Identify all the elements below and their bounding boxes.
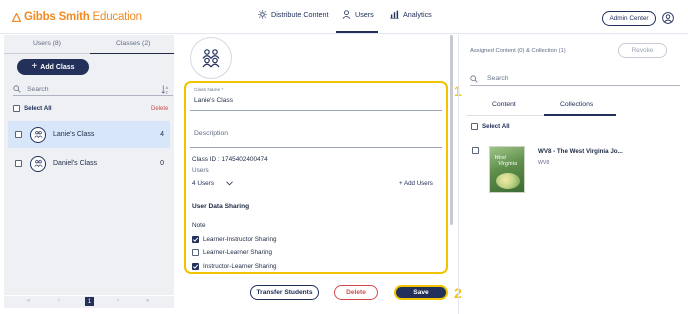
tab-users[interactable]: Users (8) (33, 40, 61, 47)
description-placeholder: Description (194, 130, 228, 137)
select-all-classes[interactable]: Select All (13, 105, 52, 112)
sun-icon (258, 10, 267, 19)
current-page[interactable]: 1 (85, 297, 94, 306)
users-label: Users (192, 167, 209, 174)
search-placeholder: Search (27, 85, 49, 93)
class-group-icon (30, 155, 46, 172)
account-icon[interactable] (662, 12, 674, 24)
tab-collections[interactable]: Collections (560, 101, 593, 108)
nav-label: Analytics (403, 10, 432, 19)
add-class-button[interactable]: + Add Class (17, 59, 89, 75)
delete-class-button[interactable]: Delete (334, 285, 378, 300)
collection-title[interactable]: WV8 - The West Virginia Jo... (538, 148, 623, 155)
select-all-collections[interactable]: Select All (471, 123, 510, 130)
class-name: Lanie's Class (53, 131, 95, 138)
note-label: Note (192, 222, 206, 229)
sort-icon[interactable]: AZ (161, 85, 170, 94)
delete-classes-link[interactable]: Delete (151, 106, 168, 112)
class-avatar (190, 37, 232, 79)
tab-content[interactable]: Content (492, 101, 516, 108)
sharing-label: Learner-Learner Sharing (203, 249, 272, 256)
logo-mark-icon (12, 12, 21, 22)
prev-page-button[interactable]: ‹ (58, 298, 60, 304)
search-icon (13, 85, 21, 93)
collection-checkbox[interactable] (472, 147, 479, 154)
save-button[interactable]: Save (394, 285, 448, 300)
cover-text: Virginia (498, 161, 518, 167)
select-all-label: Select All (24, 105, 52, 112)
admin-center-button[interactable]: Admin Center (602, 11, 656, 26)
add-users-link[interactable]: + Add Users (399, 180, 433, 187)
tab-divider (4, 53, 90, 54)
last-page-button[interactable]: » (146, 298, 149, 304)
assigned-summary: Assigned Content (0) & Collection (1) (470, 48, 566, 54)
sharing-option[interactable]: Learner-Learner Sharing (192, 249, 272, 256)
sharing-checkbox-checked[interactable] (192, 236, 199, 243)
class-row-checkbox[interactable] (15, 160, 22, 167)
class-name-label: Class Name * (194, 88, 224, 93)
class-name-field[interactable]: Class Name * Lanie's Class (190, 86, 442, 111)
cover-art (496, 173, 520, 189)
class-row[interactable]: Daniel's Class 0 (8, 150, 170, 177)
class-name: Daniel's Class (53, 160, 98, 167)
scrollbar[interactable] (450, 35, 453, 225)
tab-active-indicator (90, 53, 174, 54)
tab-divider (466, 115, 544, 116)
first-page-button[interactable]: « (27, 298, 30, 304)
class-row[interactable]: Lanie's Class 4 (8, 121, 170, 148)
person-icon (342, 10, 351, 19)
bar-chart-icon (390, 10, 399, 19)
users-count: 4 Users (192, 180, 215, 187)
transfer-students-button[interactable]: Transfer Students (250, 285, 319, 300)
svg-text:A: A (166, 86, 169, 90)
collection-code: WV8 (538, 160, 550, 166)
sharing-option[interactable]: Learner-Instructor Sharing (192, 236, 277, 243)
cover-text: West (494, 154, 507, 161)
class-group-icon (30, 126, 46, 143)
sharing-checkbox[interactable] (192, 249, 199, 256)
data-sharing-title: User Data Sharing (192, 203, 250, 210)
search-icon (470, 74, 478, 83)
class-user-count: 4 (160, 131, 164, 138)
class-name-value: Lanie's Class (194, 97, 234, 104)
add-class-label: Add Class (40, 63, 75, 71)
nav-active-indicator (336, 31, 378, 33)
select-all-label: Select All (482, 123, 510, 130)
class-user-count: 0 (160, 160, 164, 167)
select-all-checkbox[interactable] (13, 105, 20, 112)
next-page-button[interactable]: › (117, 298, 119, 304)
tab-active-indicator (544, 114, 616, 116)
nav-analytics[interactable]: Analytics (390, 10, 432, 19)
chevron-down-icon (226, 181, 233, 186)
sharing-checkbox-checked[interactable] (192, 263, 199, 270)
revoke-button[interactable]: Revoke (618, 43, 667, 58)
description-field[interactable]: Description (190, 122, 442, 148)
search-placeholder: Search (487, 75, 509, 82)
class-row-checkbox[interactable] (15, 131, 22, 138)
nav-users[interactable]: Users (342, 10, 374, 19)
class-id: Class ID : 1745402400474 (192, 156, 268, 163)
nav-label: Distribute Content (271, 10, 329, 19)
tab-classes[interactable]: Classes (2) (116, 40, 150, 47)
plus-icon: + (31, 61, 38, 72)
right-panel-divider (458, 35, 459, 314)
svg-text:Z: Z (166, 90, 169, 94)
logo-suffix: Education (92, 11, 143, 23)
select-all-checkbox[interactable] (471, 123, 478, 130)
content-search-input[interactable]: Search (470, 72, 680, 86)
sharing-label: Instructor-Learner Sharing (203, 263, 277, 270)
collection-cover-image[interactable]: West Virginia (489, 146, 525, 193)
group-icon (202, 49, 220, 68)
nav-distribute-content[interactable]: Distribute Content (258, 10, 329, 19)
class-search-input[interactable]: Search (13, 83, 173, 96)
sharing-option[interactable]: Instructor-Learner Sharing (192, 263, 277, 270)
users-dropdown[interactable]: 4 Users (192, 180, 233, 187)
sharing-label: Learner-Instructor Sharing (203, 236, 277, 243)
logo-brand: Gibbs Smith (24, 11, 90, 23)
nav-label: Users (355, 10, 374, 19)
logo[interactable]: Gibbs Smith Education (12, 11, 142, 23)
